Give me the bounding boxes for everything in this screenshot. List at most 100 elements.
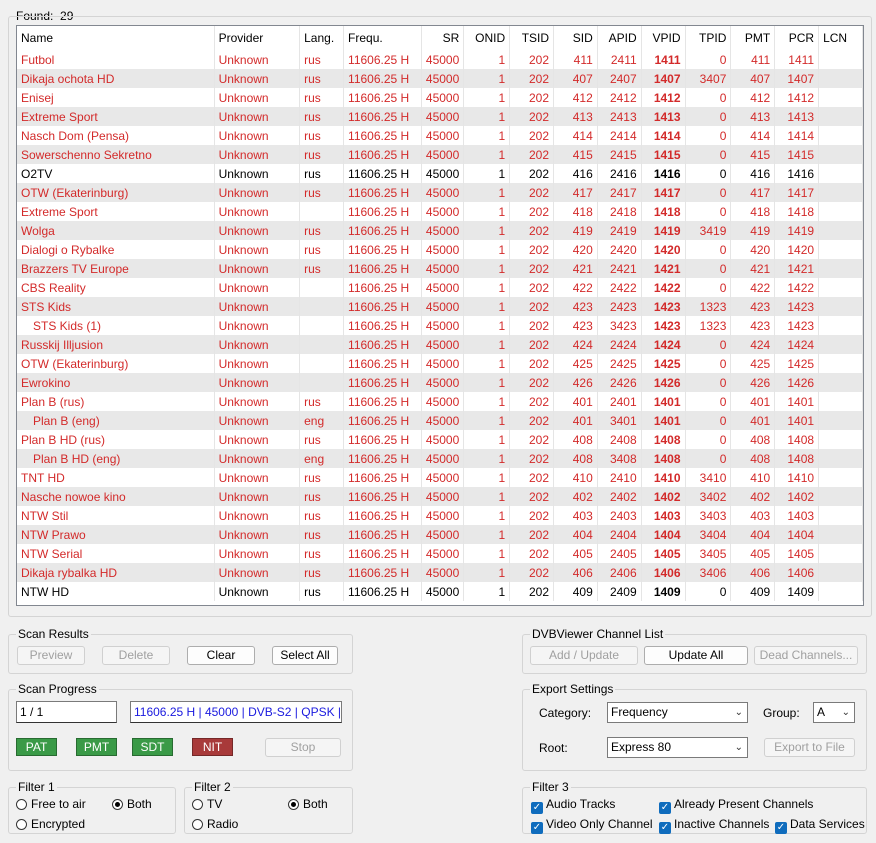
clear-button[interactable]: Clear bbox=[187, 646, 255, 665]
column-header[interactable]: APID bbox=[597, 26, 642, 50]
column-header[interactable]: SID bbox=[553, 26, 598, 50]
column-header[interactable]: VPID bbox=[641, 26, 686, 50]
progress-count-field[interactable]: 1 / 1 bbox=[16, 701, 117, 723]
column-header[interactable]: SR bbox=[421, 26, 465, 50]
column-header[interactable]: ONID bbox=[463, 26, 511, 50]
table-cell: 1 bbox=[463, 544, 511, 563]
table-cell bbox=[818, 335, 863, 354]
column-header[interactable]: LCN bbox=[818, 26, 863, 50]
table-row[interactable]: Plan B HD (eng) Unknown eng 11606.25 H 45000… bbox=[17, 449, 863, 468]
table-row[interactable]: Plan B (eng) Unknown eng 11606.25 H 45000 1 20… bbox=[17, 411, 863, 430]
table-cell: Unknown bbox=[214, 50, 301, 69]
table-row[interactable]: NTW Prawo Unknown rus 11606.25 H 45000 1 202 40… bbox=[17, 525, 863, 544]
column-header[interactable]: TPID bbox=[685, 26, 732, 50]
table-row[interactable]: O2TV Unknown rus 11606.25 H 45000 1 202 416 2416… bbox=[17, 164, 863, 183]
table-row[interactable]: Ewrokino Unknown 11606.25 H 45000 1 202 426 242… bbox=[17, 373, 863, 392]
table-row[interactable]: Dialogi o Rybalke Unknown rus 11606.25 H 450… bbox=[17, 240, 863, 259]
root-select[interactable]: Express 80 ⌄ bbox=[607, 737, 748, 758]
radio-radio[interactable]: Radio bbox=[192, 817, 238, 831]
table-row[interactable]: Dikaja ochota HD Unknown rus 11606.25 H 4500… bbox=[17, 69, 863, 88]
column-header[interactable]: PCR bbox=[774, 26, 820, 50]
data-services-checkbox[interactable]: ✓ Data Services bbox=[775, 817, 865, 834]
dead-channels-button[interactable]: Dead Channels... bbox=[754, 646, 858, 665]
chevron-down-icon: ⌄ bbox=[841, 707, 850, 718]
table-cell: 1 bbox=[463, 411, 511, 430]
table-cell: 423 bbox=[553, 316, 598, 335]
pat-status: PAT bbox=[16, 738, 57, 756]
table-row[interactable]: TNT HD Unknown rus 11606.25 H 45000 1 202 410 24… bbox=[17, 468, 863, 487]
column-header[interactable]: TSID bbox=[509, 26, 555, 50]
preview-button[interactable]: Preview bbox=[17, 646, 85, 665]
table-row[interactable]: STS Kids (1) Unknown 11606.25 H 45000 1 202 42… bbox=[17, 316, 863, 335]
table-row[interactable]: STS Kids Unknown 11606.25 H 45000 1 202 423 242… bbox=[17, 297, 863, 316]
video-only-checkbox[interactable]: ✓ Video Only Channel bbox=[531, 817, 653, 834]
table-row[interactable]: NTW Serial Unknown rus 11606.25 H 45000 1 202 4… bbox=[17, 544, 863, 563]
column-header[interactable]: Provider bbox=[214, 26, 301, 50]
table-cell: Plan B HD (eng) bbox=[17, 449, 215, 468]
filter1-both-radio[interactable]: Both bbox=[112, 797, 152, 811]
column-header[interactable]: Name bbox=[17, 26, 215, 50]
audio-tracks-checkbox[interactable]: ✓ Audio Tracks bbox=[531, 797, 615, 814]
stop-button[interactable]: Stop bbox=[265, 738, 341, 757]
table-cell: 1415 bbox=[641, 145, 686, 164]
column-header[interactable]: Frequ. bbox=[343, 26, 422, 50]
delete-button[interactable]: Delete bbox=[102, 646, 170, 665]
table-cell: 11606.25 H bbox=[343, 164, 422, 183]
table-cell: rus bbox=[299, 506, 345, 525]
table-row[interactable]: Plan B HD (rus) Unknown rus 11606.25 H 45000… bbox=[17, 430, 863, 449]
encrypted-radio[interactable]: Encrypted bbox=[16, 817, 85, 831]
table-row[interactable]: Plan B (rus) Unknown rus 11606.25 H 45000 1 20… bbox=[17, 392, 863, 411]
table-cell: OTW (Ekaterinburg) bbox=[17, 183, 215, 202]
table-cell: 1 bbox=[463, 563, 511, 582]
table-row[interactable]: Extreme Sport Unknown rus 11606.25 H 45000 1 2… bbox=[17, 107, 863, 126]
table-cell: 2418 bbox=[597, 202, 642, 221]
table-cell bbox=[818, 50, 863, 69]
channel-table[interactable]: Name Provider Lang. Frequ. SR ONID TSID SID APID… bbox=[16, 25, 864, 606]
table-row[interactable]: CBS Reality Unknown 11606.25 H 45000 1 202 422… bbox=[17, 278, 863, 297]
tv-radio[interactable]: TV bbox=[192, 797, 222, 811]
table-row[interactable]: Russkij Illjusion Unknown 11606.25 H 45000 1… bbox=[17, 335, 863, 354]
update-all-button[interactable]: Update All bbox=[644, 646, 748, 665]
table-row[interactable]: NTW HD Unknown rus 11606.25 H 45000 1 202 409 24… bbox=[17, 582, 863, 601]
table-row[interactable]: Sowerschenno Sekretno Unknown rus 11606.25 … bbox=[17, 145, 863, 164]
table-row[interactable]: Dikaja rybalka HD Unknown rus 11606.25 H 450… bbox=[17, 563, 863, 582]
table-cell: Unknown bbox=[214, 487, 301, 506]
table-cell: 202 bbox=[509, 449, 555, 468]
table-cell: 2417 bbox=[597, 183, 642, 202]
table-row[interactable]: OTW (Ekaterinburg) Unknown 11606.25 H 45000… bbox=[17, 354, 863, 373]
table-cell: rus bbox=[299, 164, 345, 183]
table-row[interactable]: Nasche nowoe kino Unknown rus 11606.25 H 450… bbox=[17, 487, 863, 506]
table-row[interactable]: Enisej Unknown rus 11606.25 H 45000 1 202 412 24… bbox=[17, 88, 863, 107]
table-cell: 11606.25 H bbox=[343, 392, 422, 411]
transponder-field[interactable]: 11606.25 H | 45000 | DVB-S2 | QPSK | Au bbox=[130, 701, 342, 723]
category-select[interactable]: Frequency ⌄ bbox=[607, 702, 748, 723]
inactive-channels-checkbox[interactable]: ✓ Inactive Channels bbox=[659, 817, 769, 834]
group-select[interactable]: A ⌄ bbox=[813, 702, 855, 723]
column-header[interactable]: PMT bbox=[730, 26, 776, 50]
add-update-button[interactable]: Add / Update bbox=[530, 646, 638, 665]
export-to-file-button[interactable]: Export to File bbox=[764, 738, 855, 757]
table-cell: 419 bbox=[553, 221, 598, 240]
pmt-status: PMT bbox=[76, 738, 117, 756]
column-header[interactable]: Lang. bbox=[299, 26, 345, 50]
table-cell: 421 bbox=[730, 259, 776, 278]
table-cell: Unknown bbox=[214, 297, 301, 316]
nit-status: NIT bbox=[192, 738, 233, 756]
table-cell bbox=[299, 297, 345, 316]
select-all-button[interactable]: Select All bbox=[272, 646, 338, 665]
table-cell: 0 bbox=[685, 278, 732, 297]
table-row[interactable]: Nasch Dom (Pensa) Unknown rus 11606.25 H 450… bbox=[17, 126, 863, 145]
already-present-checkbox[interactable]: ✓ Already Present Channels bbox=[659, 797, 813, 814]
table-row[interactable]: Brazzers TV Europe Unknown rus 11606.25 H 45… bbox=[17, 259, 863, 278]
free-to-air-radio[interactable]: Free to air bbox=[16, 797, 86, 811]
table-row[interactable]: OTW (Ekaterinburg) Unknown rus 11606.25 H 45… bbox=[17, 183, 863, 202]
table-cell: Plan B (rus) bbox=[17, 392, 215, 411]
table-cell: TNT HD bbox=[17, 468, 215, 487]
table-row[interactable]: NTW Stil Unknown rus 11606.25 H 45000 1 202 403… bbox=[17, 506, 863, 525]
table-row[interactable]: Futbol Unknown rus 11606.25 H 45000 1 202 411 24… bbox=[17, 50, 863, 69]
table-cell: 1323 bbox=[685, 316, 732, 335]
table-row[interactable]: Extreme Sport Unknown 11606.25 H 45000 1 202 4… bbox=[17, 202, 863, 221]
table-cell: 405 bbox=[553, 544, 598, 563]
filter2-both-radio[interactable]: Both bbox=[288, 797, 328, 811]
table-row[interactable]: Wolga Unknown rus 11606.25 H 45000 1 202 419 241… bbox=[17, 221, 863, 240]
